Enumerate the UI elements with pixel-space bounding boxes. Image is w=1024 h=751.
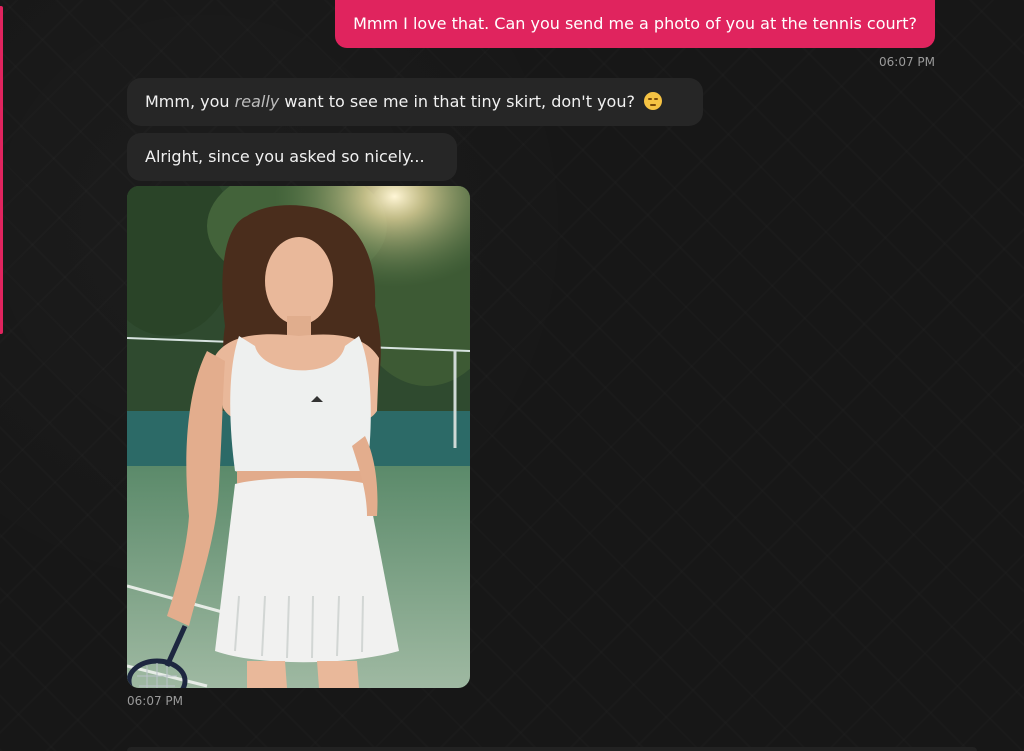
smirking-face-emoji-icon <box>644 92 663 110</box>
incoming-message-text: Alright, since you asked so nicely... <box>145 147 425 166</box>
tennis-court-photo-icon <box>127 186 470 688</box>
incoming-message-bubble[interactable]: Mmm, you really want to see me in that t… <box>127 78 703 126</box>
outgoing-message-time: 06:07 PM <box>879 55 935 69</box>
incoming-message-emphasis: really <box>234 92 280 111</box>
incoming-message-text-end: want to see me in that tiny skirt, don't… <box>279 92 635 111</box>
incoming-message-bubble[interactable]: Alright, since you asked so nicely... <box>127 133 457 181</box>
outgoing-message-bubble[interactable]: Mmm I love that. Can you send me a photo… <box>335 0 935 48</box>
incoming-photo-message[interactable] <box>127 186 470 688</box>
incoming-message-text: Mmm, you <box>145 92 235 111</box>
chat-pane: Mmm I love that. Can you send me a photo… <box>0 0 1024 751</box>
incoming-message-time: 06:07 PM <box>127 694 183 708</box>
composer-edge <box>127 747 977 751</box>
outgoing-message-text: Mmm I love that. Can you send me a photo… <box>353 14 917 33</box>
active-chat-indicator <box>0 6 3 334</box>
